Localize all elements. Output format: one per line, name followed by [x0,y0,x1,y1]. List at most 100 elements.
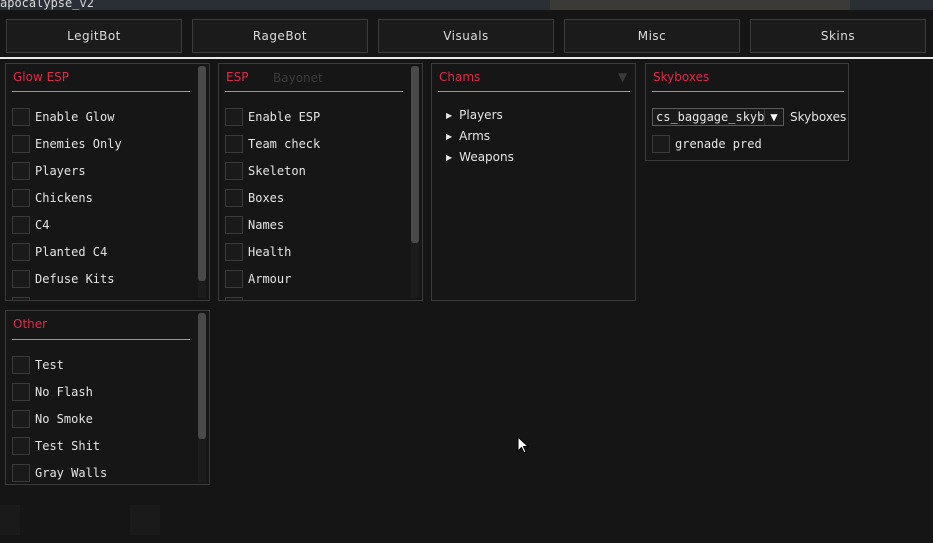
checkbox-row-partial[interactable] [225,296,248,300]
c4-checkbox[interactable] [12,216,30,234]
checkbox-row[interactable]: Enable Glow [12,107,114,127]
checkbox-label: Test Shit [35,439,101,453]
checkbox-label: Team check [248,137,321,151]
tree-node-label: Players [459,108,503,122]
checkbox-row[interactable]: C4 [12,215,49,235]
checkbox-label: Test [35,358,64,372]
tab-bar: LegitBot RageBot Visuals Misc Skins [0,18,933,56]
scrollbar[interactable] [198,66,206,298]
checkbox-row[interactable]: Defuse Kits [12,269,114,289]
grenade-pred-checkbox[interactable] [652,135,670,153]
separator [12,91,190,92]
skybox-combo[interactable]: cs_baggage_skybox_ ▼ [652,108,784,126]
checkbox-label: C4 [35,218,50,232]
checkbox-row[interactable]: Names [225,215,284,235]
chickens-checkbox[interactable] [12,189,30,207]
test-shit-checkbox[interactable] [12,437,30,455]
separator [438,91,630,92]
checkbox-row[interactable]: Armour [225,269,291,289]
other-panel: Other Test No Flash No Smoke Test Shit G… [5,310,210,485]
checkbox-label: Planted C4 [35,245,108,259]
separator [652,91,844,92]
separator [225,91,403,92]
checkbox-label: Chickens [35,191,93,205]
tree-node-label: Arms [459,129,491,143]
checkbox-row[interactable]: Skeleton [225,161,306,181]
scrollbar[interactable] [411,66,419,298]
hidden-checkbox[interactable] [12,297,30,300]
armour-checkbox[interactable] [225,270,243,288]
skeleton-checkbox[interactable] [225,162,243,180]
checkbox-row[interactable]: Boxes [225,188,284,208]
hidden-checkbox[interactable] [225,297,243,300]
checkbox-label: Boxes [248,191,285,205]
panel-title: Other [13,317,48,331]
checkbox-label: Armour [248,272,292,286]
no-smoke-checkbox[interactable] [12,410,30,428]
triangle-right-icon: ▶ [446,152,453,162]
players-checkbox[interactable] [12,162,30,180]
scroll-thumb[interactable] [411,66,419,243]
checkbox-row[interactable]: Players [12,161,86,181]
checkbox-row-partial[interactable] [12,296,35,300]
scrollbar[interactable] [198,313,206,483]
gray-walls-checkbox[interactable] [12,464,30,482]
esp-panel: Bayonet ESP Enable ESP Team check Skelet… [218,63,423,301]
tree-node-weapons[interactable]: ▶ Weapons [446,148,514,166]
checkbox-label: No Smoke [35,412,93,426]
checkbox-row[interactable]: Gray Walls [12,463,107,483]
combo-label: Skyboxes [790,110,847,124]
checkbox-row[interactable]: Enemies Only [12,134,122,154]
tab-legitbot[interactable]: LegitBot [6,19,182,53]
tree-node-players[interactable]: ▶ Players [446,106,503,124]
checkbox-label: Enemies Only [35,137,122,151]
panel-title: ESP [226,70,249,84]
enemies-only-checkbox[interactable] [12,135,30,153]
defuse-kits-checkbox[interactable] [12,270,30,288]
tab-visuals[interactable]: Visuals [378,19,554,53]
checkbox-row[interactable]: Health [225,242,291,262]
checkbox-row[interactable]: Test Shit [12,436,100,456]
checkbox-label: No Flash [35,385,93,399]
tree-node-label: Weapons [459,150,514,164]
checkbox-row[interactable]: No Smoke [12,409,93,429]
triangle-right-icon: ▶ [446,131,453,141]
checkbox-row[interactable]: No Flash [12,382,93,402]
panel-title: Skyboxes [653,70,710,84]
tab-skins[interactable]: Skins [750,19,926,53]
checkbox-label: Skeleton [248,164,306,178]
enable-esp-checkbox[interactable] [225,108,243,126]
scroll-thumb[interactable] [198,66,206,281]
tab-ragebot[interactable]: RageBot [192,19,368,53]
window-title: apocalypse_v2 [0,0,94,10]
checkbox-row[interactable]: Planted C4 [12,242,107,262]
team-check-checkbox[interactable] [225,135,243,153]
checkbox-row[interactable]: grenade pred [652,134,762,154]
no-flash-checkbox[interactable] [12,383,30,401]
boxes-checkbox[interactable] [225,189,243,207]
names-checkbox[interactable] [225,216,243,234]
panel-title: Chams [439,70,481,84]
health-checkbox[interactable] [225,243,243,261]
main-window: apocalypse_v2 LegitBot RageBot Visuals M… [0,0,933,543]
skyboxes-panel: Skyboxes cs_baggage_skybox_ ▼ Skyboxes g… [645,63,849,161]
checkbox-row[interactable]: Team check [225,134,320,154]
checkbox-row[interactable]: Chickens [12,188,93,208]
enable-glow-checkbox[interactable] [12,108,30,126]
planted-c4-checkbox[interactable] [12,243,30,261]
tab-misc[interactable]: Misc [564,19,740,53]
title-bar: apocalypse_v2 [0,0,933,10]
title-bar-strip [550,0,850,10]
scroll-thumb[interactable] [198,313,206,439]
checkbox-label: Enable ESP [248,110,321,124]
tree-node-arms[interactable]: ▶ Arms [446,127,490,145]
checkbox-label: Players [35,164,86,178]
checkbox-label: Defuse Kits [35,272,115,286]
background-artifact [130,505,160,535]
checkbox-label: grenade pred [675,137,762,151]
chevron-down-icon[interactable]: ▼ [764,109,783,125]
chams-panel: Chams ▼ ▶ Players ▶ Arms ▶ Weapons [431,63,636,301]
checkbox-row[interactable]: Test [12,355,64,375]
test-checkbox[interactable] [12,356,30,374]
checkbox-row[interactable]: Enable ESP [225,107,320,127]
